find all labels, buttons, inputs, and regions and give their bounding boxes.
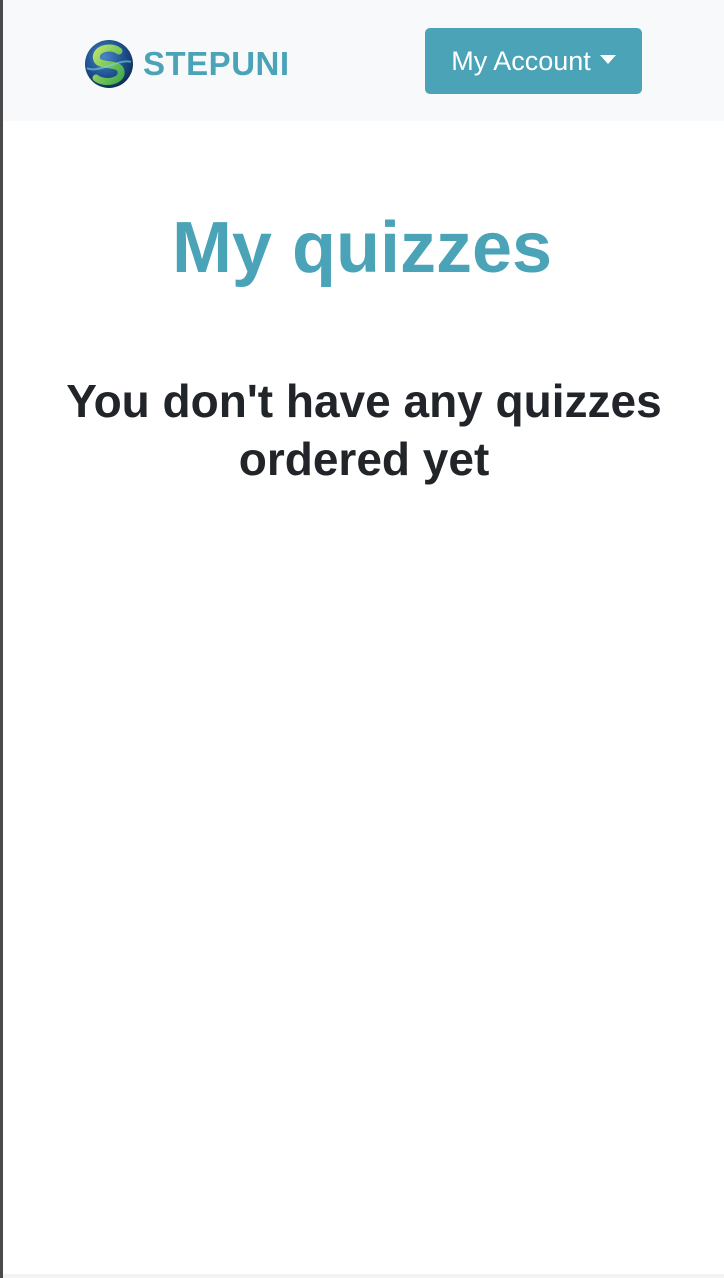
brand-link[interactable]: STEPUNI <box>83 38 290 90</box>
stepuni-logo-icon <box>85 40 133 88</box>
my-account-dropdown-button[interactable]: My Account <box>425 28 642 94</box>
bottom-edge <box>3 1274 724 1278</box>
my-account-label: My Account <box>451 45 591 76</box>
empty-state-message: You don't have any quizzes ordered yet <box>66 375 662 485</box>
brand-name: STEPUNI <box>143 45 290 82</box>
caret-down-icon <box>599 54 616 64</box>
window-left-edge <box>0 0 3 1278</box>
page-title: My quizzes <box>171 208 553 288</box>
top-navbar: STEPUNI My Account <box>3 0 724 121</box>
